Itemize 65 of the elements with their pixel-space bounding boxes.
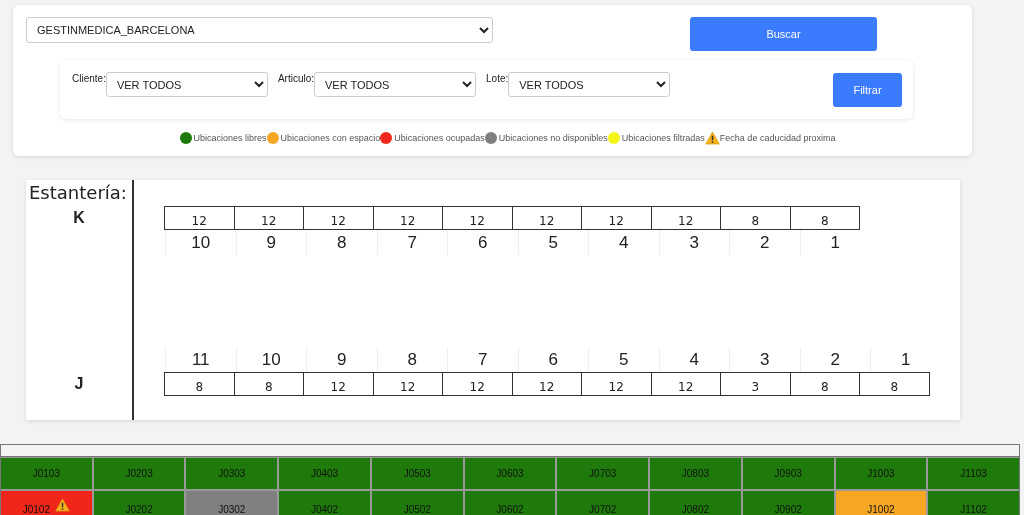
filter-label: Lote: [486,73,509,84]
count-cell[interactable]: 12 [650,206,721,230]
shelf-letter: J [74,374,84,394]
warning-icon [55,498,70,512]
shelf-letter: K [73,208,85,228]
column-number: 5 [517,230,588,255]
count-cell[interactable]: 8 [789,206,860,230]
column-number: 8 [376,347,447,372]
count-cell[interactable]: 8 [859,372,930,396]
legend-label: Ubicaciones libres [193,133,267,143]
column-number: 3 [729,347,800,372]
filter-select[interactable]: VER TODOS [508,72,671,97]
count-cell[interactable]: 12 [650,372,721,396]
location-cell[interactable]: J1002 [835,491,927,515]
column-number: 6 [447,230,518,255]
column-number: 2 [729,230,800,255]
column-number: 8 [306,230,377,255]
count-cell[interactable]: 3 [720,372,791,396]
count-cell[interactable]: 12 [511,206,582,230]
legend-label: Ubicaciones ocupadas [394,133,485,143]
search-button[interactable]: Buscar [690,17,877,51]
count-cell[interactable]: 8 [720,206,791,230]
column-number: 5 [588,347,659,372]
shelf-title: Estantería: [28,181,127,205]
column-number: 3 [658,230,729,255]
count-cell[interactable]: 12 [442,372,513,396]
column-number: 9 [235,230,306,255]
count-cell[interactable]: 12 [372,206,443,230]
filter-label: Cliente: [72,73,106,84]
count-cell[interactable]: 12 [372,372,443,396]
column-number: 6 [517,347,588,372]
location-cell[interactable]: J0102 [1,491,92,515]
count-cell[interactable]: 12 [581,372,652,396]
count-cell[interactable]: 12 [164,206,235,230]
column-number: 11 [165,347,236,372]
legend-label: Ubicaciones filtradas [621,133,705,143]
column-number: 9 [306,347,377,372]
column-number: 4 [588,230,659,255]
column-number: 2 [799,347,870,372]
location-cell[interactable]: J0302 [186,491,278,515]
filter-button[interactable]: Filtrar [833,73,902,107]
count-cell[interactable]: 12 [581,206,652,230]
count-cell[interactable]: 8 [233,372,304,396]
column-number: 1 [799,230,870,255]
legend-label: Ubicaciones no disponibles [498,133,608,143]
warning-icon [704,131,720,145]
legend-label: Ubicaciones con espacio [280,133,381,143]
count-cell[interactable]: 12 [442,206,513,230]
warehouse-select[interactable]: GESTINMEDICA_BARCELONA [26,17,493,43]
column-number: 10 [235,347,306,372]
column-number: 10 [165,230,236,255]
column-number: 1 [870,347,941,372]
count-cell[interactable]: 12 [511,372,582,396]
filter-select[interactable]: VER TODOS [105,72,268,97]
filter-label: Articulo: [277,73,315,84]
count-cell[interactable]: 8 [164,372,235,396]
column-number: 4 [658,347,729,372]
column-number: 7 [447,347,518,372]
filter-select[interactable]: VER TODOS [314,72,477,97]
count-cell[interactable]: 8 [789,372,860,396]
count-cell[interactable]: 12 [303,372,374,396]
count-cell[interactable]: 12 [303,206,374,230]
legend-label: Fecha de caducidad proxima [719,133,836,143]
column-number: 7 [376,230,447,255]
count-cell[interactable]: 12 [233,206,304,230]
